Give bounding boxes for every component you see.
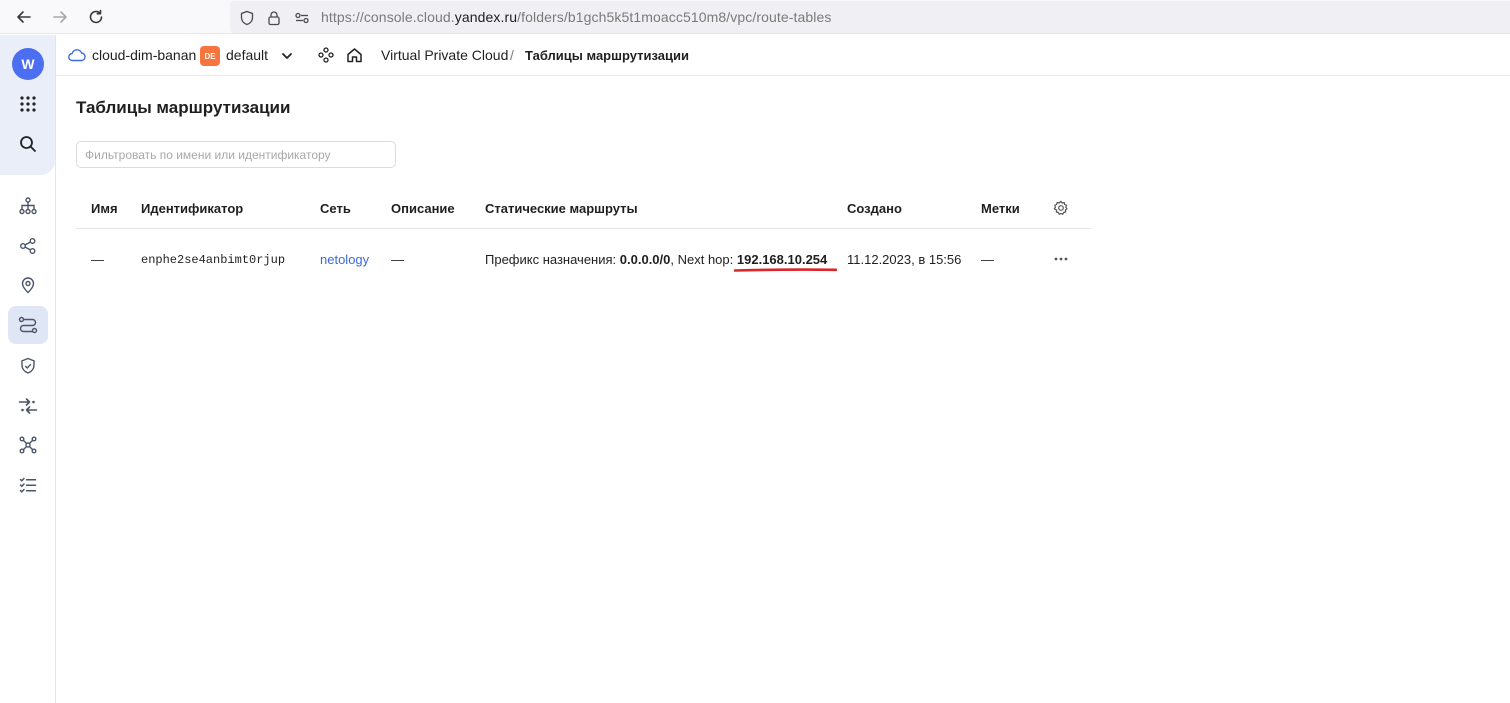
column-static-routes[interactable]: Статические маршруты	[485, 201, 638, 216]
home-icon[interactable]	[346, 47, 363, 68]
cell-static-routes: Префикс назначения: 0.0.0.0/0, Next hop:…	[485, 252, 827, 267]
folder-name-link[interactable]: default	[226, 47, 268, 63]
services-icon[interactable]	[318, 47, 334, 68]
reload-icon[interactable]	[84, 5, 108, 29]
route-hop-label: , Next hop:	[670, 252, 734, 267]
location-pin-icon[interactable]	[8, 266, 48, 304]
gear-icon[interactable]	[1053, 200, 1069, 221]
page-title: Таблицы маршрутизации	[76, 98, 291, 117]
yandex-cloud-logo[interactable]: W	[12, 48, 44, 80]
more-actions-icon[interactable]	[1053, 252, 1069, 271]
route-hop-value: 192.168.10.254	[736, 252, 828, 267]
cell-name: —	[91, 252, 104, 267]
column-created[interactable]: Создано	[847, 201, 902, 216]
share-nodes-icon[interactable]	[8, 227, 48, 265]
cloud-name-link[interactable]: cloud-dim-banan	[92, 47, 196, 63]
search-icon[interactable]	[8, 125, 48, 163]
chevron-down-icon[interactable]	[280, 49, 294, 68]
shield-check-icon[interactable]	[8, 347, 48, 385]
arrows-exchange-icon[interactable]	[8, 387, 48, 425]
apps-grid-icon[interactable]	[8, 85, 48, 123]
cloud-icon	[68, 48, 86, 67]
service-link[interactable]: Virtual Private Cloud	[381, 47, 508, 63]
column-name[interactable]: Имя	[91, 201, 118, 216]
route-prefix-label: Префикс назначения:	[485, 252, 617, 267]
url-text[interactable]: https://console.cloud.yandex.ru/folders/…	[321, 9, 831, 25]
table-header: Имя Идентификатор Сеть Описание Статичес…	[76, 188, 1091, 229]
browser-toolbar: https://console.cloud.yandex.ru/folders/…	[0, 0, 1510, 34]
forward-icon[interactable]	[48, 5, 72, 29]
address-bar[interactable]: https://console.cloud.yandex.ru/folders/…	[230, 1, 1510, 33]
back-icon[interactable]	[12, 5, 36, 29]
column-id[interactable]: Идентификатор	[141, 201, 243, 216]
shield-icon[interactable]	[238, 9, 256, 27]
route-prefix-value: 0.0.0.0/0	[619, 252, 671, 267]
breadcrumb-separator: /	[510, 47, 514, 63]
table-row[interactable]: — enphe2se4anbimt0rjup netology — Префик…	[76, 230, 1091, 290]
column-network[interactable]: Сеть	[320, 201, 351, 216]
current-page-crumb: Таблицы маршрутизации	[525, 48, 689, 63]
permissions-icon[interactable]	[293, 9, 311, 27]
network-tree-icon[interactable]	[8, 187, 48, 225]
highlight-underline	[734, 268, 837, 272]
left-sidebar: W	[0, 35, 56, 703]
column-description[interactable]: Описание	[391, 201, 455, 216]
checklist-icon[interactable]	[8, 466, 48, 504]
routes-icon[interactable]	[8, 306, 48, 344]
cell-id: enphe2se4anbimt0rjup	[141, 253, 286, 267]
filter-input[interactable]	[76, 141, 396, 168]
cell-network-link[interactable]: netology	[320, 252, 369, 267]
cell-created: 11.12.2023, в 15:56	[847, 252, 962, 267]
cell-description: —	[391, 252, 404, 267]
cell-labels: —	[981, 252, 994, 267]
folder-badge: DE	[200, 46, 220, 66]
hub-icon[interactable]	[8, 426, 48, 464]
breadcrumb: cloud-dim-banan DE default Virtual Priva…	[56, 35, 1510, 76]
column-labels[interactable]: Метки	[981, 201, 1020, 216]
lock-icon[interactable]	[265, 9, 283, 27]
